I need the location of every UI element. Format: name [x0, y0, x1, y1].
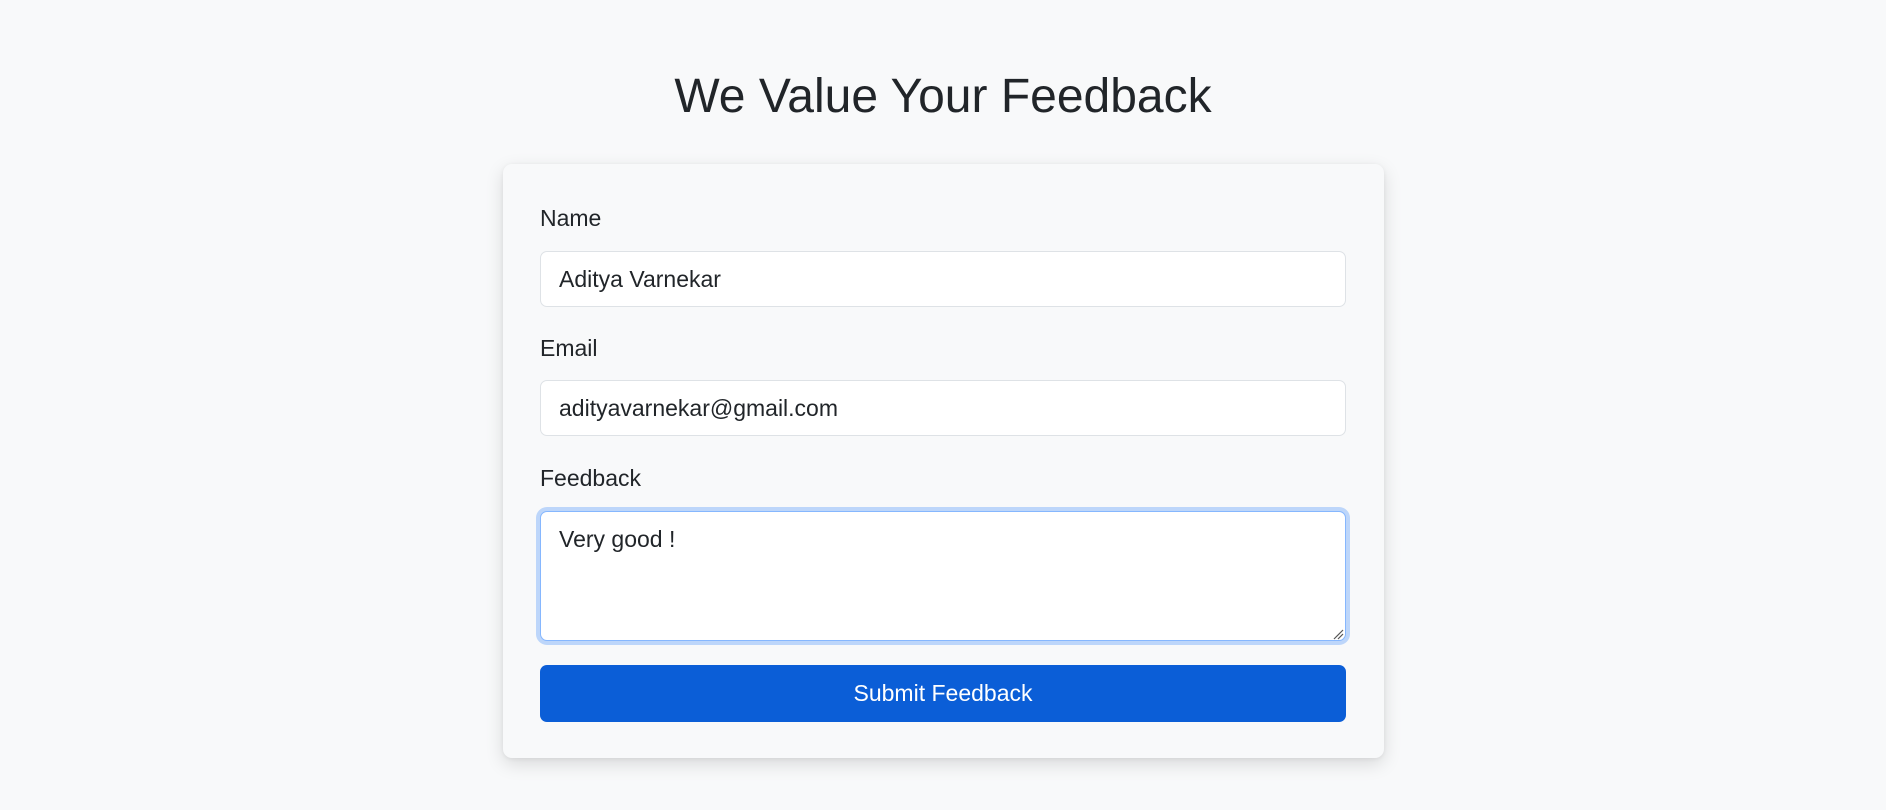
name-label: Name	[540, 205, 602, 231]
resize-grip-icon[interactable]	[1332, 627, 1344, 640]
submit-feedback-button[interactable]: Submit Feedback	[540, 665, 1346, 722]
email-input[interactable]	[540, 380, 1346, 436]
feedback-form-card: Name Email Feedback Very good ! Submit F…	[503, 164, 1384, 758]
feedback-textarea[interactable]: Very good !	[540, 511, 1346, 641]
feedback-label: Feedback	[540, 465, 642, 491]
page-title: We Value Your Feedback	[674, 70, 1212, 123]
name-input[interactable]	[540, 251, 1346, 307]
email-label: Email	[540, 335, 598, 361]
